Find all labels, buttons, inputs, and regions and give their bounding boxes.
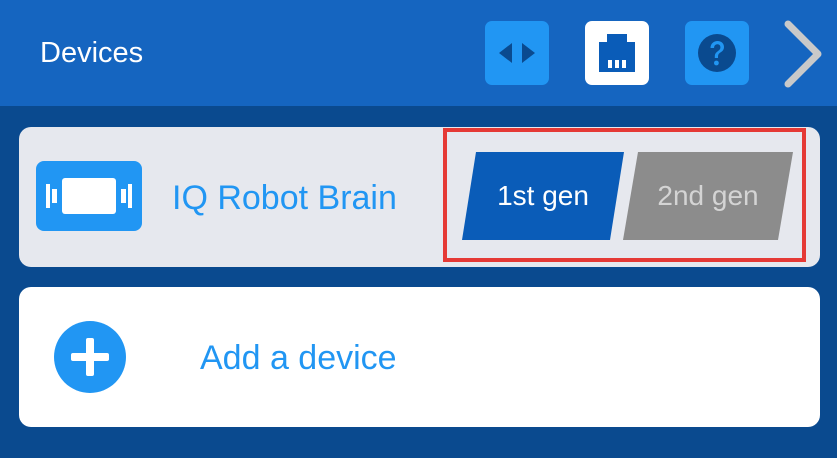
robot-brain-icon: [36, 161, 142, 231]
help-button[interactable]: [685, 21, 749, 85]
code-icon: [499, 43, 535, 63]
device-name: IQ Robot Brain: [172, 179, 397, 217]
gen-2-label: 2nd gen: [657, 180, 759, 211]
gen-2-button[interactable]: 2nd gen: [623, 152, 793, 240]
page-title: Devices: [40, 37, 144, 69]
chevron-right-icon[interactable]: [780, 20, 824, 88]
plus-icon[interactable]: [54, 321, 126, 393]
gen-1-label: 1st gen: [497, 180, 589, 211]
add-device-label[interactable]: Add a device: [200, 337, 397, 379]
gen-1-button[interactable]: 1st gen: [462, 152, 624, 240]
code-button[interactable]: [485, 21, 549, 85]
add-device-card[interactable]: [19, 287, 820, 427]
help-icon: [698, 34, 736, 72]
port-button[interactable]: [585, 21, 649, 85]
port-icon: [599, 34, 635, 72]
